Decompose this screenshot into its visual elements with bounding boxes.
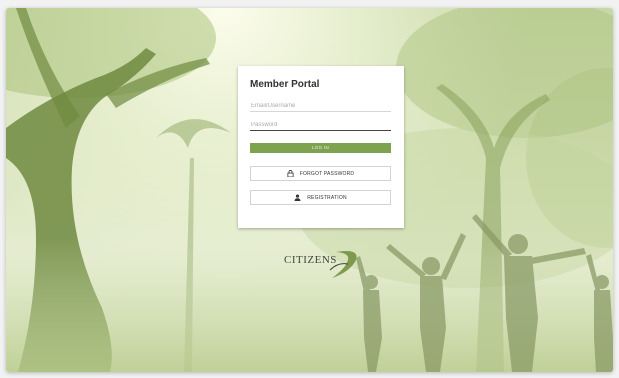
page-frame: Member Portal LOG IN FORGOT PASSWORD REG…: [6, 8, 613, 372]
forgot-password-button[interactable]: FORGOT PASSWORD: [250, 166, 391, 181]
page-title: Member Portal: [250, 79, 320, 90]
citizens-logo: CITIZENS: [284, 248, 360, 282]
forgot-password-label: FORGOT PASSWORD: [299, 170, 355, 177]
login-card: Member Portal LOG IN FORGOT PASSWORD REG…: [238, 66, 404, 228]
registration-button[interactable]: REGISTRATION: [250, 190, 391, 205]
palm-fronds: [156, 119, 231, 148]
password-field[interactable]: [250, 119, 391, 131]
registration-label: REGISTRATION: [307, 194, 347, 201]
user-icon: [294, 194, 301, 201]
swoosh-logo-icon: [329, 251, 357, 278]
email-username-field[interactable]: [250, 100, 391, 112]
login-button[interactable]: LOG IN: [250, 143, 391, 153]
lock-icon: [287, 170, 294, 178]
